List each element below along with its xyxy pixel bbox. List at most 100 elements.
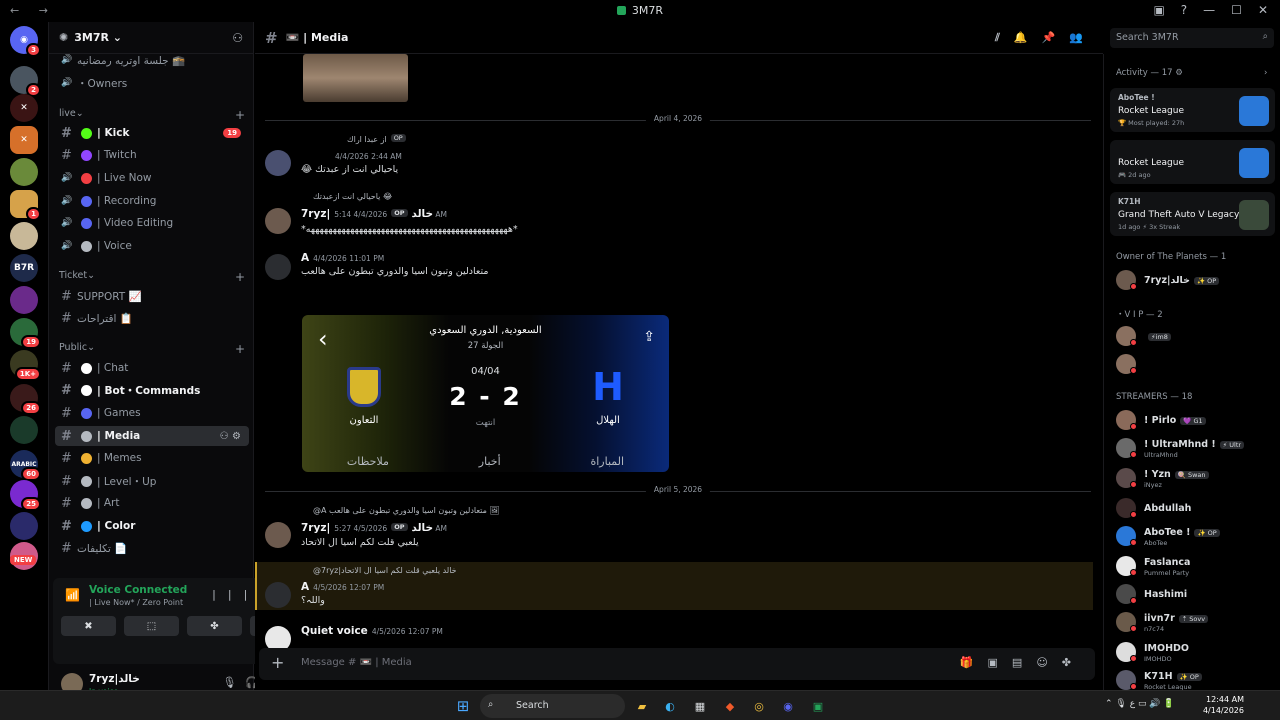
add-channel-icon[interactable]: + [235, 270, 245, 284]
taskbar-search[interactable]: ⌕ Search [480, 694, 625, 718]
reply-preview[interactable]: ياحيالي انت ازعبدتك 😂 [313, 192, 392, 201]
add-channel-icon[interactable]: + [235, 342, 245, 356]
message-composer[interactable]: + Message # 📼 | Media 🎁▣▤☺✤ [259, 648, 1095, 680]
channel-item[interactable]: 🔊 | Voice [55, 236, 249, 256]
member-item[interactable]: Hashimi [1116, 582, 1276, 606]
mic-icon[interactable]: 🎙 [222, 676, 245, 689]
screenshare-button[interactable]: ⬚ [124, 616, 179, 636]
reply-preview[interactable]: @7ryz|خالد يلعبي قلت لكم اسيا ال الاتحاد [313, 566, 457, 575]
add-member-icon[interactable]: ⚇ [232, 31, 243, 45]
gift-icon[interactable]: 🎁 [960, 656, 988, 669]
gif-icon[interactable]: ▣ [988, 656, 1012, 669]
match-card-image[interactable]: ‹ ⇪ السعودية, الدوري السعودي الجولة 27 0… [302, 315, 669, 472]
server-b7r-icon[interactable]: B7R [10, 254, 38, 282]
sticker-icon[interactable]: ▤ [1012, 656, 1036, 669]
edge-icon[interactable]: ◐ [660, 696, 680, 716]
message-author[interactable]: Quiet voice 4/5/2026 12:07 PM [301, 625, 443, 637]
voice-status[interactable]: Voice Connected [89, 584, 187, 596]
bell-icon[interactable]: 🔔 [1014, 31, 1042, 44]
discord-icon[interactable]: ◉ [778, 696, 798, 716]
category-header[interactable]: Public ⌄ + [59, 342, 245, 356]
member-item[interactable]: IMOHDO IMOHDO [1116, 640, 1276, 664]
chrome-icon[interactable]: ◎ [749, 696, 769, 716]
reply-preview[interactable]: @A متعادلين وتبون اسيا والدوري تبطون على… [313, 506, 500, 515]
member-item[interactable]: ! Yzn 🍭 Swan iNyez [1116, 466, 1276, 490]
message-input[interactable]: Message # 📼 | Media [301, 657, 412, 668]
server-11-icon[interactable]: 1K+ [10, 350, 41, 381]
channel-item[interactable]: # تكليفات 📄 [55, 538, 249, 558]
system-tray[interactable]: ⌃ 🎙 ع ▭ 🔊 🔋 [1105, 699, 1175, 709]
avatar[interactable] [265, 150, 291, 176]
clock[interactable]: 12:44 AM 4/14/2026 [1203, 694, 1244, 716]
channel-item[interactable]: # اقتراحات 📋 [55, 308, 249, 328]
member-item[interactable]: ⚡im8 [1116, 324, 1276, 348]
minimize-button[interactable]: — [1203, 3, 1215, 17]
category-header[interactable]: Ticket ⌄ + [59, 270, 245, 284]
message-author[interactable]: A 4/4/2026 11:01 PM [301, 252, 384, 264]
server-4-icon[interactable]: ✕ [10, 126, 38, 154]
category-header[interactable]: live ⌄ + [59, 108, 245, 122]
file-explorer-icon[interactable]: ▰ [632, 696, 652, 716]
channel-item[interactable]: # | Games [55, 403, 249, 423]
channel-item[interactable]: # | Art [55, 493, 249, 513]
channel-item[interactable]: # | Kick 19 [55, 123, 249, 143]
channel-item[interactable]: # | Bot・Commands [55, 380, 249, 400]
server-5-icon[interactable] [10, 158, 38, 186]
member-item[interactable]: Faslanca Pummel Party [1116, 554, 1276, 578]
camera-button[interactable]: ✖ [61, 616, 116, 636]
server-3-icon[interactable]: ✕ [10, 94, 38, 122]
server-7-icon[interactable] [10, 222, 38, 250]
image-attachment[interactable] [303, 54, 408, 102]
activity-card[interactable]: Rocket League 🎮 2d ago [1110, 140, 1275, 184]
channel-item[interactable]: 🔊 | Recording [55, 191, 249, 211]
brave-icon[interactable]: ◆ [720, 696, 740, 716]
server-2-icon[interactable]: 2 [10, 66, 41, 97]
maximize-button[interactable]: ☐ [1231, 3, 1242, 17]
user-name[interactable]: 7ryz|خالد [89, 673, 140, 685]
members-icon[interactable]: 👥 [1069, 31, 1097, 44]
avatar[interactable] [265, 254, 291, 280]
server-10-icon[interactable]: 19 [10, 318, 41, 349]
member-item[interactable]: Abdullah [1116, 496, 1276, 520]
message-author[interactable]: A 4/5/2026 12:07 PM [301, 581, 384, 593]
noise-icon[interactable]: ||| [212, 588, 259, 601]
member-item[interactable]: K71H ✨ OP Rocket League [1116, 668, 1276, 692]
server-9-icon[interactable] [10, 286, 38, 314]
member-item[interactable]: iivn7r ⇡ Sovv n7c74 [1116, 610, 1276, 634]
message-author[interactable]: 7ryz|خالدOP4/4/2026 5:14 AM [301, 208, 447, 220]
channel-settings-icon[interactable]: ⚇ ⚙ [220, 431, 241, 442]
channel-item[interactable]: # | Media ⚇ ⚙ [55, 426, 249, 446]
store-icon[interactable]: ▦ [690, 696, 710, 716]
close-button[interactable]: ✕ [1258, 3, 1268, 17]
member-item[interactable]: 7ryz|خالد ✨ OP [1116, 268, 1276, 292]
help-icon[interactable]: ? [1181, 3, 1187, 17]
server-6-icon[interactable]: 1 [10, 190, 41, 221]
channel-item[interactable]: 🔊 | Live Now [55, 168, 249, 188]
activity-button[interactable]: ✤ [187, 616, 242, 636]
app-icon[interactable]: ▣ [808, 696, 828, 716]
member-item[interactable]: ! UltraMhnd ! ⚡ Ultr UltraMhnd [1116, 436, 1276, 460]
threads-icon[interactable]: ⫽ [995, 31, 1014, 44]
voice-channel[interactable]: | Live Now* / Zero Point [89, 598, 183, 607]
activity-header[interactable]: Activity — 17 ⚙ › [1116, 68, 1267, 78]
avatar[interactable] [265, 208, 291, 234]
channel-item[interactable]: # | Level・Up [55, 471, 249, 491]
server-13-icon[interactable] [10, 416, 38, 444]
avatar[interactable] [265, 522, 291, 548]
server-16-icon[interactable] [10, 512, 38, 540]
channel-item[interactable]: # | Color [55, 516, 249, 536]
channel-item[interactable]: # | Memes [55, 448, 249, 468]
add-attachment-icon[interactable]: + [271, 653, 284, 672]
message-author[interactable]: 7ryz|خالدOP4/5/2026 5:27 AM [301, 522, 447, 534]
apps-icon[interactable]: ✤ [1062, 656, 1085, 669]
avatar[interactable] [265, 582, 291, 608]
start-icon[interactable]: ⊞ [453, 696, 473, 716]
chevron-right-icon[interactable]: › [1264, 68, 1267, 78]
activity-card[interactable]: K71H Grand Theft Auto V Legacy 1d ago ⚡ 3x… [1110, 192, 1275, 236]
search-input[interactable]: Search 3M7R ⌕ [1110, 28, 1274, 48]
activity-card[interactable]: AboTee ! Rocket League 🏆 Most played: 27h [1110, 88, 1275, 132]
server-15-icon[interactable]: 25 [10, 480, 41, 511]
server-12-icon[interactable]: 26 [10, 384, 41, 415]
inbox-icon[interactable]: ▣ [1153, 3, 1164, 17]
discord-home-icon[interactable]: ◉ 3 [10, 26, 41, 57]
